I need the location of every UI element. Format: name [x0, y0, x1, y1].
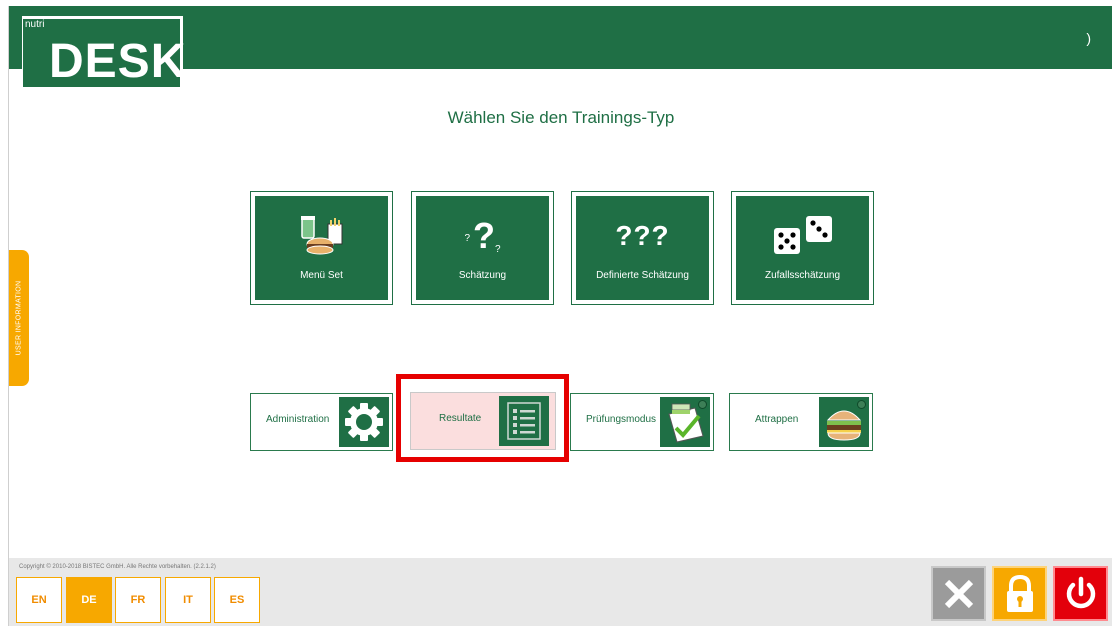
tile-label: Schätzung: [458, 270, 507, 281]
triple-question-mark: ???: [615, 220, 670, 251]
large-question-mark: ?: [473, 215, 495, 256]
question-icon: ? ? ?: [416, 214, 549, 258]
language-button-en[interactable]: EN: [16, 577, 62, 623]
footer-bar: Copyright © 2010-2018 BISTEC GmbH. Alle …: [9, 558, 1112, 626]
triple-question-icon: ???: [576, 214, 709, 258]
administration-button[interactable]: Administration: [250, 393, 393, 451]
tile-label: Menü Set: [300, 270, 343, 281]
tile-menu-set[interactable]: Menü Set: [250, 191, 393, 305]
logo-big-text: DESK: [49, 35, 187, 88]
button-label: Administration: [266, 414, 330, 425]
close-icon: [944, 579, 973, 608]
food-icon: [255, 214, 388, 258]
tile-definierte-schaetzung[interactable]: ??? Definierte Schätzung: [571, 191, 714, 305]
language-button-it[interactable]: IT: [165, 577, 211, 623]
language-button-fr[interactable]: FR: [115, 577, 161, 623]
button-label: Attrappen: [755, 414, 799, 425]
tile-schaetzung[interactable]: ? ? ? Schätzung: [411, 191, 554, 305]
user-information-label: USER INFORMATION: [15, 280, 23, 356]
page-title: Wählen Sie den Trainings-Typ: [447, 108, 675, 127]
gear-icon: [339, 397, 389, 447]
tile-zufallsschaetzung[interactable]: Zufallsschätzung: [731, 191, 874, 305]
language-button-de[interactable]: DE: [66, 577, 112, 623]
pruefungsmodus-button[interactable]: Prüfungsmodus: [570, 393, 714, 451]
lock-button[interactable]: [992, 566, 1047, 621]
language-button-es[interactable]: ES: [214, 577, 260, 623]
lock-icon: [1006, 574, 1033, 612]
power-icon: [1066, 576, 1095, 608]
app-logo: nutri DESK: [22, 16, 187, 90]
selection-highlight: [396, 374, 569, 462]
dice-icon: [736, 214, 869, 258]
close-button[interactable]: [931, 566, 986, 621]
attrappen-button[interactable]: Attrappen: [729, 393, 873, 451]
copyright-text: Copyright © 2010-2018 BISTEC GmbH. Alle …: [19, 564, 216, 570]
header-right-glyph: ): [1086, 30, 1091, 46]
logo-small-text: nutri: [25, 19, 45, 30]
button-label: Prüfungsmodus: [586, 414, 657, 425]
checklist-icon: [660, 397, 710, 447]
burger-icon: [819, 397, 869, 447]
app-window: ) nutri DESK Wählen Sie den Trainings-Ty…: [8, 6, 1112, 626]
tile-label: Definierte Schätzung: [596, 270, 689, 281]
user-information-tab[interactable]: USER INFORMATION: [9, 250, 29, 386]
power-button[interactable]: [1053, 566, 1108, 621]
small-question-mark: ?: [464, 232, 470, 244]
small-question-mark: ?: [495, 243, 501, 255]
tile-label: Zufallsschätzung: [764, 270, 841, 281]
